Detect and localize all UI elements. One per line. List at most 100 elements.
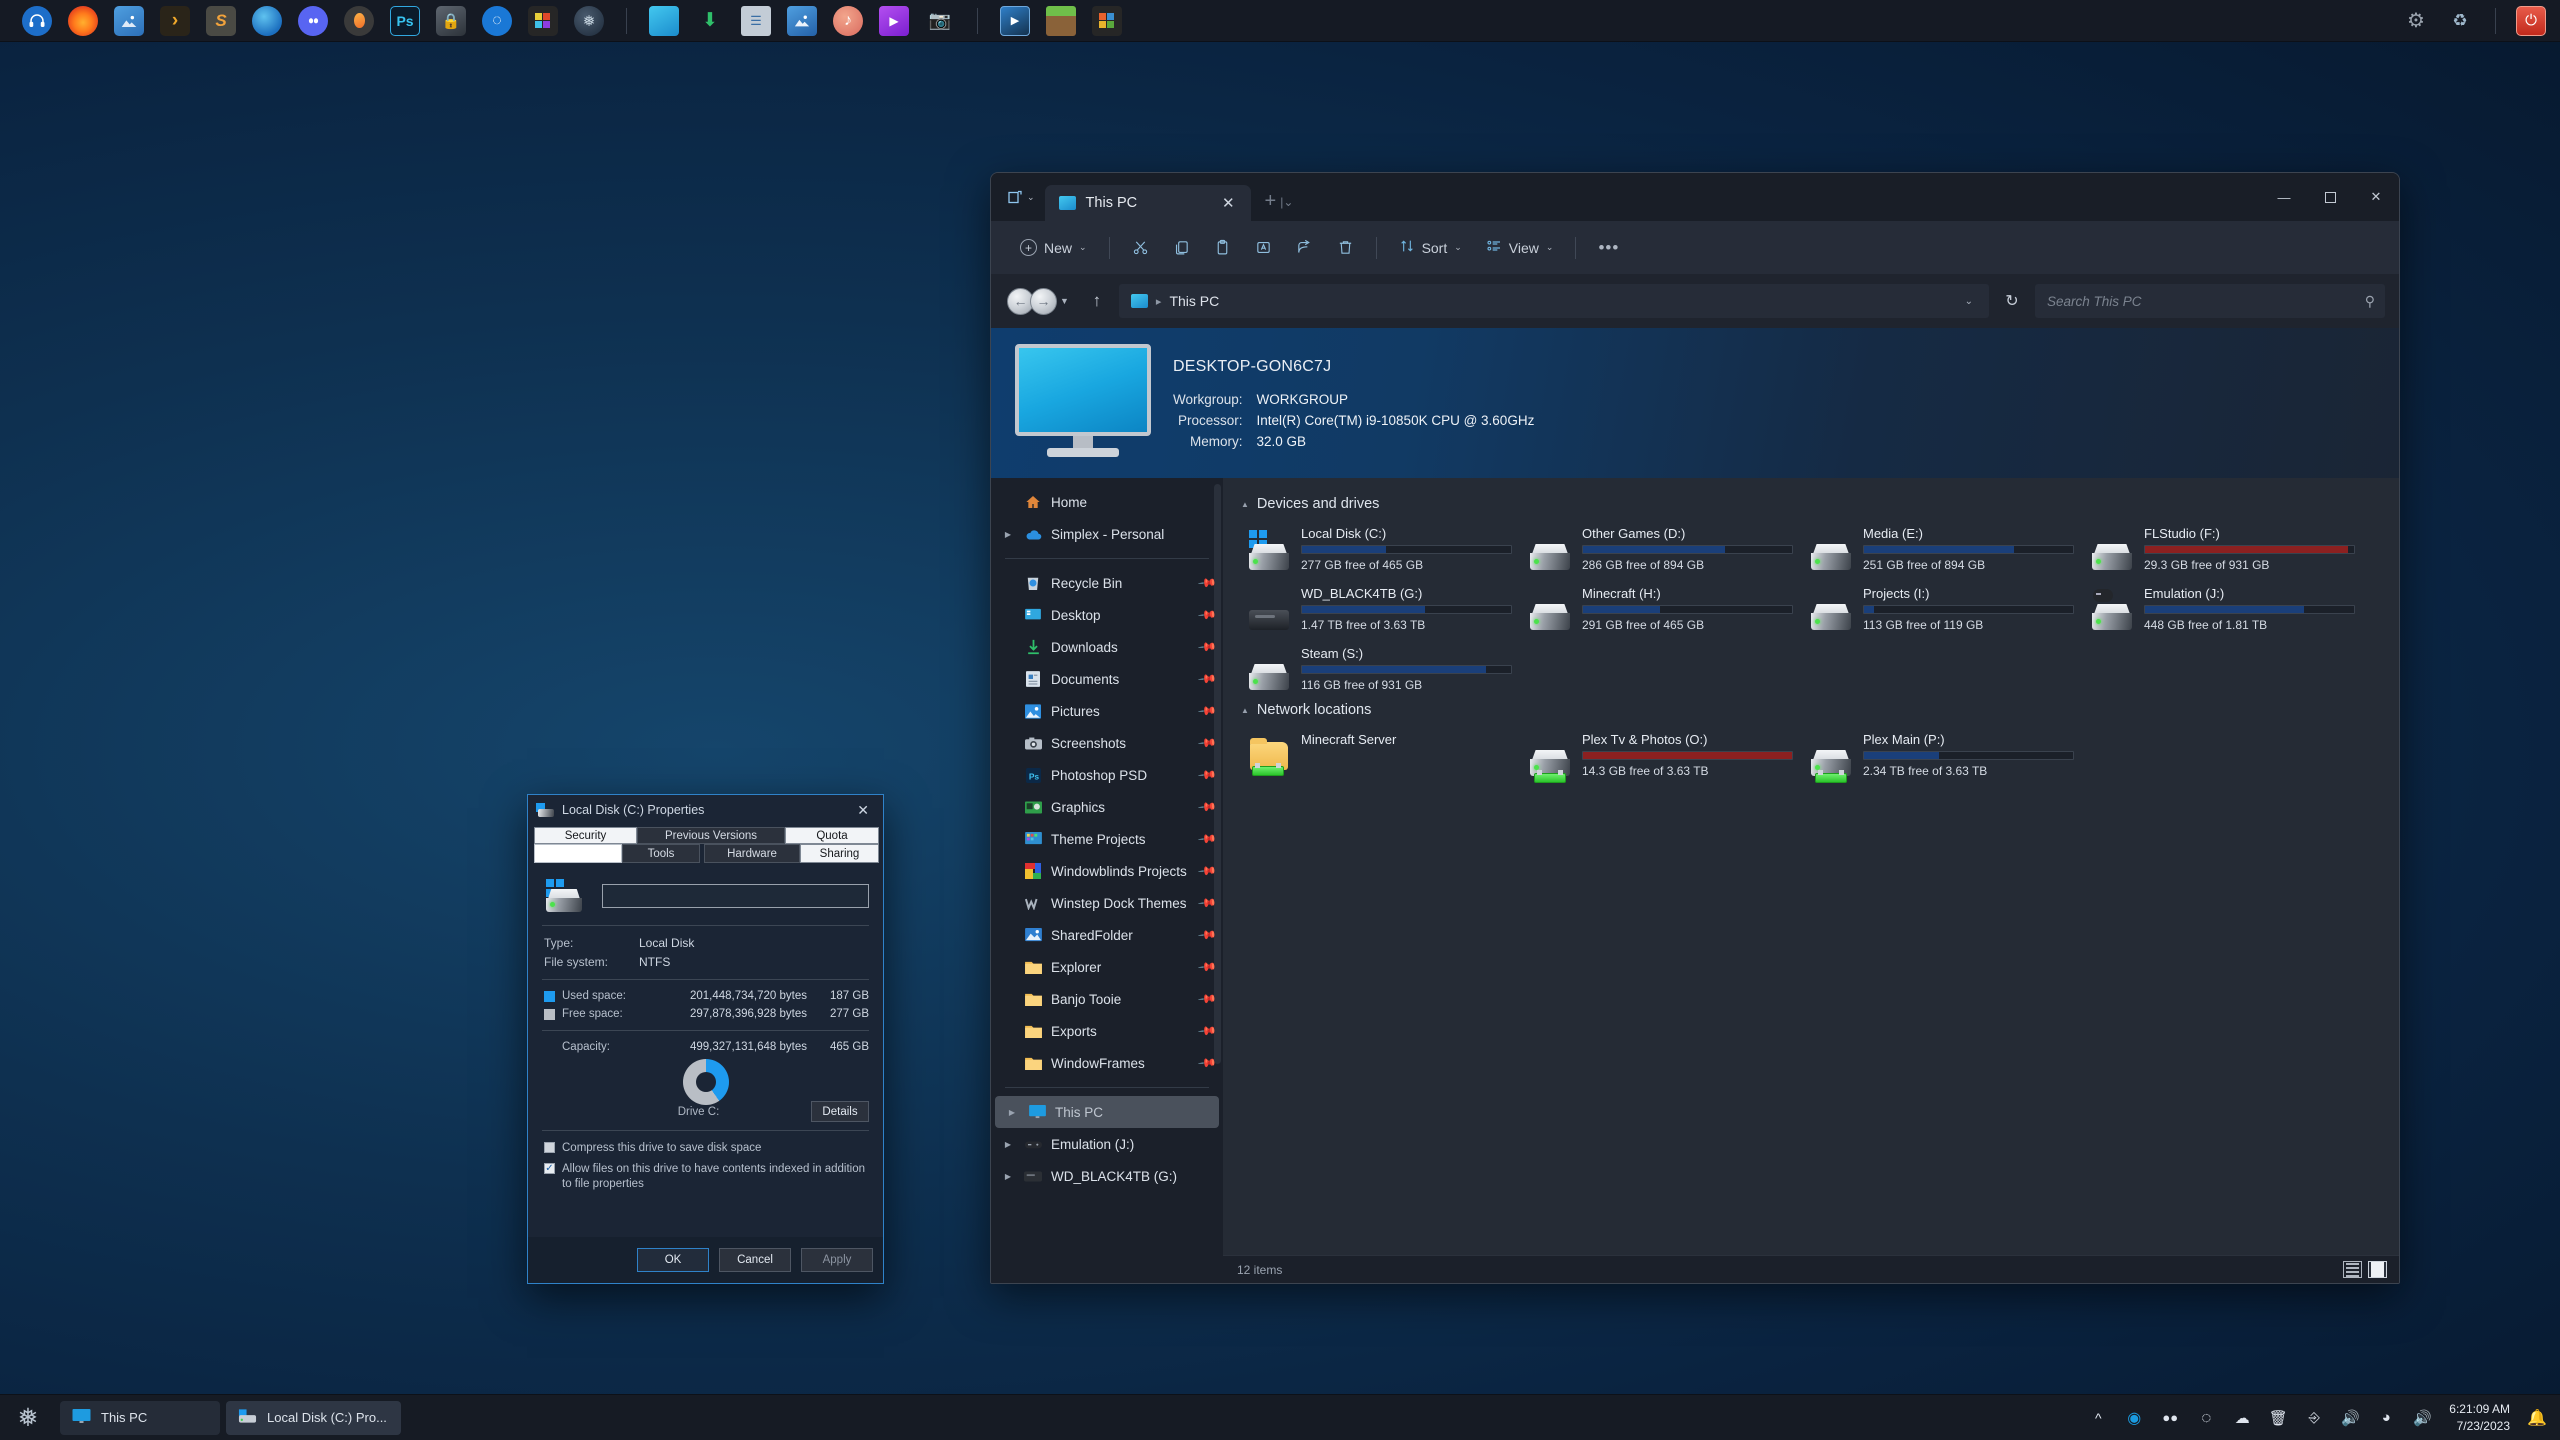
pin-icon[interactable]: 📌 bbox=[1197, 957, 1217, 977]
notification-bell-icon[interactable]: 🔔 bbox=[2527, 1409, 2547, 1427]
rubik-cube-icon[interactable] bbox=[528, 5, 558, 36]
details-button[interactable]: Details bbox=[811, 1101, 869, 1122]
sidebar-item-photoshop-psd[interactable]: Ps Photoshop PSD 📌 bbox=[991, 759, 1223, 791]
recent-locations-dropdown-icon[interactable]: ▼ bbox=[1060, 296, 1069, 306]
paste-button[interactable] bbox=[1203, 231, 1242, 265]
search-icon[interactable]: ⚲ bbox=[2365, 293, 2375, 310]
pictures-icon[interactable] bbox=[787, 5, 817, 36]
sidebar-item-exports[interactable]: Exports 📌 bbox=[991, 1015, 1223, 1047]
close-tab-icon[interactable]: ✕ bbox=[1216, 194, 1241, 212]
chevron-down-icon[interactable]: ⌄ bbox=[1027, 192, 1035, 203]
sidebar-item-graphics[interactable]: Graphics 📌 bbox=[991, 791, 1223, 823]
more-options-button[interactable]: ••• bbox=[1587, 231, 1630, 265]
firefox-icon[interactable] bbox=[68, 5, 98, 36]
pin-icon[interactable]: 📌 bbox=[1197, 989, 1217, 1009]
drive-tile[interactable]: Steam (S:) 116 GB free of 931 GB bbox=[1241, 640, 1518, 696]
tab-previous-versions[interactable]: Previous Versions bbox=[637, 827, 785, 844]
index-contents-checkbox-row[interactable]: ✓ Allow files on this drive to have cont… bbox=[544, 1162, 869, 1191]
tab-hardware[interactable]: Hardware bbox=[704, 844, 800, 863]
close-button[interactable]: ✕ bbox=[2353, 173, 2399, 221]
minecraft-icon[interactable] bbox=[1046, 5, 1076, 36]
recycle-bin-tray-icon[interactable]: 🗑 bbox=[2269, 1409, 2288, 1427]
drive-tile[interactable]: Minecraft (H:) 291 GB free of 465 GB bbox=[1522, 580, 1799, 636]
sidebar-item-winstep-dock-themes[interactable]: Winstep Dock Themes 📌 bbox=[991, 887, 1223, 919]
pin-icon[interactable]: 📌 bbox=[1197, 701, 1217, 721]
sort-button[interactable]: Sort ⌄ bbox=[1388, 231, 1473, 265]
dialog-close-button[interactable]: ✕ bbox=[849, 802, 877, 819]
collapse-triangle-icon[interactable]: ▲ bbox=[1241, 706, 1249, 715]
tab-general[interactable] bbox=[534, 844, 622, 863]
drive-tile[interactable]: Local Disk (C:) 277 GB free of 465 GB bbox=[1241, 520, 1518, 576]
recycle-bin-icon[interactable]: ♻ bbox=[2445, 6, 2475, 36]
audio-headphones-icon[interactable] bbox=[22, 5, 52, 36]
pin-icon[interactable]: 📌 bbox=[1197, 573, 1217, 593]
drive-tile[interactable]: Emulation (J:) 448 GB free of 1.81 TB bbox=[2084, 580, 2361, 636]
tiles-view-icon[interactable] bbox=[2368, 1261, 2387, 1278]
secure-folder-icon[interactable]: 🔒 bbox=[436, 5, 466, 36]
sidebar-item-simplex-personal[interactable]: ▶ Simplex - Personal bbox=[991, 518, 1223, 550]
compress-drive-checkbox[interactable] bbox=[544, 1142, 555, 1153]
sidebar-item-downloads[interactable]: Downloads 📌 bbox=[991, 631, 1223, 663]
search-input[interactable]: Search This PC ⚲ bbox=[2035, 284, 2385, 318]
drive-tile[interactable]: FLStudio (F:) 29.3 GB free of 931 GB bbox=[2084, 520, 2361, 576]
cancel-button[interactable]: Cancel bbox=[719, 1248, 791, 1272]
sidebar-item-screenshots[interactable]: Screenshots 📌 bbox=[991, 727, 1223, 759]
compress-drive-checkbox-row[interactable]: Compress this drive to save disk space bbox=[544, 1141, 869, 1155]
details-view-icon[interactable] bbox=[2343, 1261, 2362, 1278]
taskbar-task[interactable]: This PC bbox=[60, 1400, 220, 1435]
tab-overflow-chevron-icon[interactable]: |⌄ bbox=[1280, 195, 1293, 209]
videos-icon[interactable]: ▶ bbox=[879, 5, 909, 36]
tab-security[interactable]: Security bbox=[534, 827, 637, 844]
sublime-text-icon[interactable]: S bbox=[206, 5, 236, 36]
pin-icon[interactable]: 📌 bbox=[1197, 829, 1217, 849]
browser-tray-icon[interactable]: ◉ bbox=[2125, 1409, 2143, 1427]
clock[interactable]: 6:21:09 AM 7/23/2023 bbox=[2449, 1401, 2510, 1433]
breadcrumb[interactable]: ▸ This PC ⌄ bbox=[1118, 284, 1989, 318]
pin-icon[interactable]: 📌 bbox=[1197, 733, 1217, 753]
photoshop-icon[interactable]: Ps bbox=[390, 5, 420, 36]
drive-tile[interactable]: Other Games (D:) 286 GB free of 894 GB bbox=[1522, 520, 1799, 576]
taskbar-task[interactable]: Local Disk (C:) Pro... bbox=[226, 1400, 401, 1435]
wifi-tray-icon[interactable]: ◕ bbox=[2377, 1409, 2395, 1427]
pin-icon[interactable]: 📌 bbox=[1197, 925, 1217, 945]
settings-gear-icon[interactable]: ⚙ bbox=[2401, 6, 2431, 36]
drive-tile[interactable]: WD_BLACK4TB (G:) 1.47 TB free of 3.63 TB bbox=[1241, 580, 1518, 636]
sidebar-item-recycle-bin[interactable]: Recycle Bin 📌 bbox=[991, 567, 1223, 599]
discord-icon[interactable] bbox=[298, 5, 328, 36]
tab-sharing[interactable]: Sharing bbox=[800, 844, 879, 863]
speaker-tray-icon[interactable]: 🔊 bbox=[2413, 1409, 2432, 1427]
copy-button[interactable] bbox=[1162, 231, 1201, 265]
sidebar-item-sharedfolder[interactable]: SharedFolder 📌 bbox=[991, 919, 1223, 951]
group-header[interactable]: ▲ Network locations bbox=[1241, 702, 2383, 718]
delete-button[interactable] bbox=[1326, 231, 1365, 265]
drive-tile[interactable]: Projects (I:) 113 GB free of 119 GB bbox=[1803, 580, 2080, 636]
nvidia-tray-icon[interactable]: ◌ bbox=[2197, 1408, 2215, 1427]
tab-this-pc[interactable]: This PC ✕ bbox=[1044, 185, 1251, 221]
downloads-icon[interactable]: ⬇ bbox=[695, 6, 725, 36]
view-button[interactable]: View ⌄ bbox=[1475, 231, 1565, 265]
expand-chevron-icon[interactable]: ▶ bbox=[1005, 1108, 1019, 1117]
pin-icon[interactable]: 📌 bbox=[1197, 893, 1217, 913]
forward-button[interactable]: → bbox=[1030, 287, 1057, 315]
sidebar-item-pictures[interactable]: Pictures 📌 bbox=[991, 695, 1223, 727]
drive-tile[interactable]: Media (E:) 251 GB free of 894 GB bbox=[1803, 520, 2080, 576]
pin-icon[interactable]: 📌 bbox=[1197, 861, 1217, 881]
drive-tile[interactable]: Plex Main (P:) 2.34 TB free of 3.63 TB bbox=[1803, 726, 2080, 783]
refresh-button[interactable]: ↻ bbox=[1995, 284, 2029, 318]
drive-tile[interactable]: Minecraft Server bbox=[1241, 726, 1518, 782]
media-player-icon[interactable]: ▶ bbox=[1000, 5, 1030, 36]
share-button[interactable] bbox=[1285, 231, 1324, 265]
tab-quota[interactable]: Quota bbox=[785, 827, 879, 844]
expand-chevron-icon[interactable]: ▶ bbox=[1001, 530, 1015, 539]
start-button[interactable]: ❅ bbox=[0, 1403, 56, 1433]
group-header[interactable]: ▲ Devices and drives bbox=[1241, 496, 2383, 512]
music-icon[interactable]: ♪ bbox=[833, 5, 863, 36]
sidebar-item-windowblinds-projects[interactable]: Windowblinds Projects 📌 bbox=[991, 855, 1223, 887]
chrome-browser-icon[interactable]: ◌ bbox=[482, 5, 512, 36]
rename-button[interactable] bbox=[1244, 231, 1283, 265]
cut-button[interactable] bbox=[1121, 231, 1160, 265]
discord-tray-icon[interactable]: ●● bbox=[2161, 1409, 2179, 1427]
breadcrumb-dropdown-icon[interactable]: ⌄ bbox=[1965, 296, 1979, 307]
power-button-icon[interactable]: ⏻ bbox=[2516, 5, 2546, 36]
minimize-button[interactable]: — bbox=[2261, 173, 2307, 221]
